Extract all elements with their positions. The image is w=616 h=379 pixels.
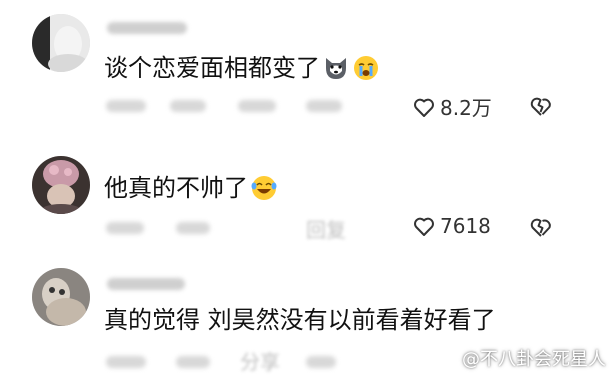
like-button[interactable]: 7618 xyxy=(412,214,491,238)
more-blurred[interactable] xyxy=(306,356,336,368)
comment-list: 谈个恋爱面相都变了 8.2万 他真的不帅了 回复 7618 真的觉得 刘昊然没有… xyxy=(0,0,616,379)
reply-button-blurred[interactable] xyxy=(238,100,276,112)
husky-dog-emoji xyxy=(326,58,346,79)
comment-text-content: 谈个恋爱面相都变了 xyxy=(104,54,320,82)
avatar[interactable] xyxy=(32,268,90,326)
watermark: @不八卦会死星人 xyxy=(436,345,606,371)
username-blurred[interactable] xyxy=(107,278,185,290)
comment-text: 谈个恋爱面相都变了 xyxy=(104,52,380,84)
weibo-logo-icon xyxy=(436,350,457,367)
heart-icon xyxy=(414,217,434,236)
timestamp-blurred xyxy=(106,222,144,234)
comment-item: 他真的不帅了 回复 7618 xyxy=(0,130,616,260)
timestamp-blurred xyxy=(106,356,146,368)
like-button[interactable]: 8.2万 xyxy=(412,92,492,121)
comment-text: 他真的不帅了 xyxy=(104,172,278,204)
comment-text-content: 他真的不帅了 xyxy=(104,174,248,202)
like-count: 8.2万 xyxy=(440,96,492,120)
broken-heart-icon[interactable] xyxy=(528,214,554,240)
reply-button[interactable]: 回复 xyxy=(306,214,346,243)
heart-icon xyxy=(414,98,434,117)
location-blurred xyxy=(176,222,210,234)
avatar[interactable] xyxy=(32,156,90,214)
broken-heart-icon[interactable] xyxy=(528,93,554,119)
location-blurred xyxy=(176,356,210,368)
avatar[interactable] xyxy=(32,14,90,72)
comment-text-content: 真的觉得 刘昊然没有以前看着好看了 xyxy=(104,306,496,334)
laughing-tears-emoji xyxy=(251,176,277,200)
share-button[interactable]: 分享 xyxy=(240,346,280,375)
comment-text: 真的觉得 刘昊然没有以前看着好看了 xyxy=(104,304,496,336)
location-blurred xyxy=(170,100,206,112)
username-blurred[interactable] xyxy=(107,22,187,34)
timestamp-blurred xyxy=(106,100,146,112)
like-count: 7618 xyxy=(440,214,491,238)
comment-item: 谈个恋爱面相都变了 8.2万 xyxy=(0,0,616,130)
share-button-blurred[interactable] xyxy=(306,100,342,112)
crying-face-emoji xyxy=(354,56,378,80)
watermark-text: @不八卦会死星人 xyxy=(462,349,606,370)
